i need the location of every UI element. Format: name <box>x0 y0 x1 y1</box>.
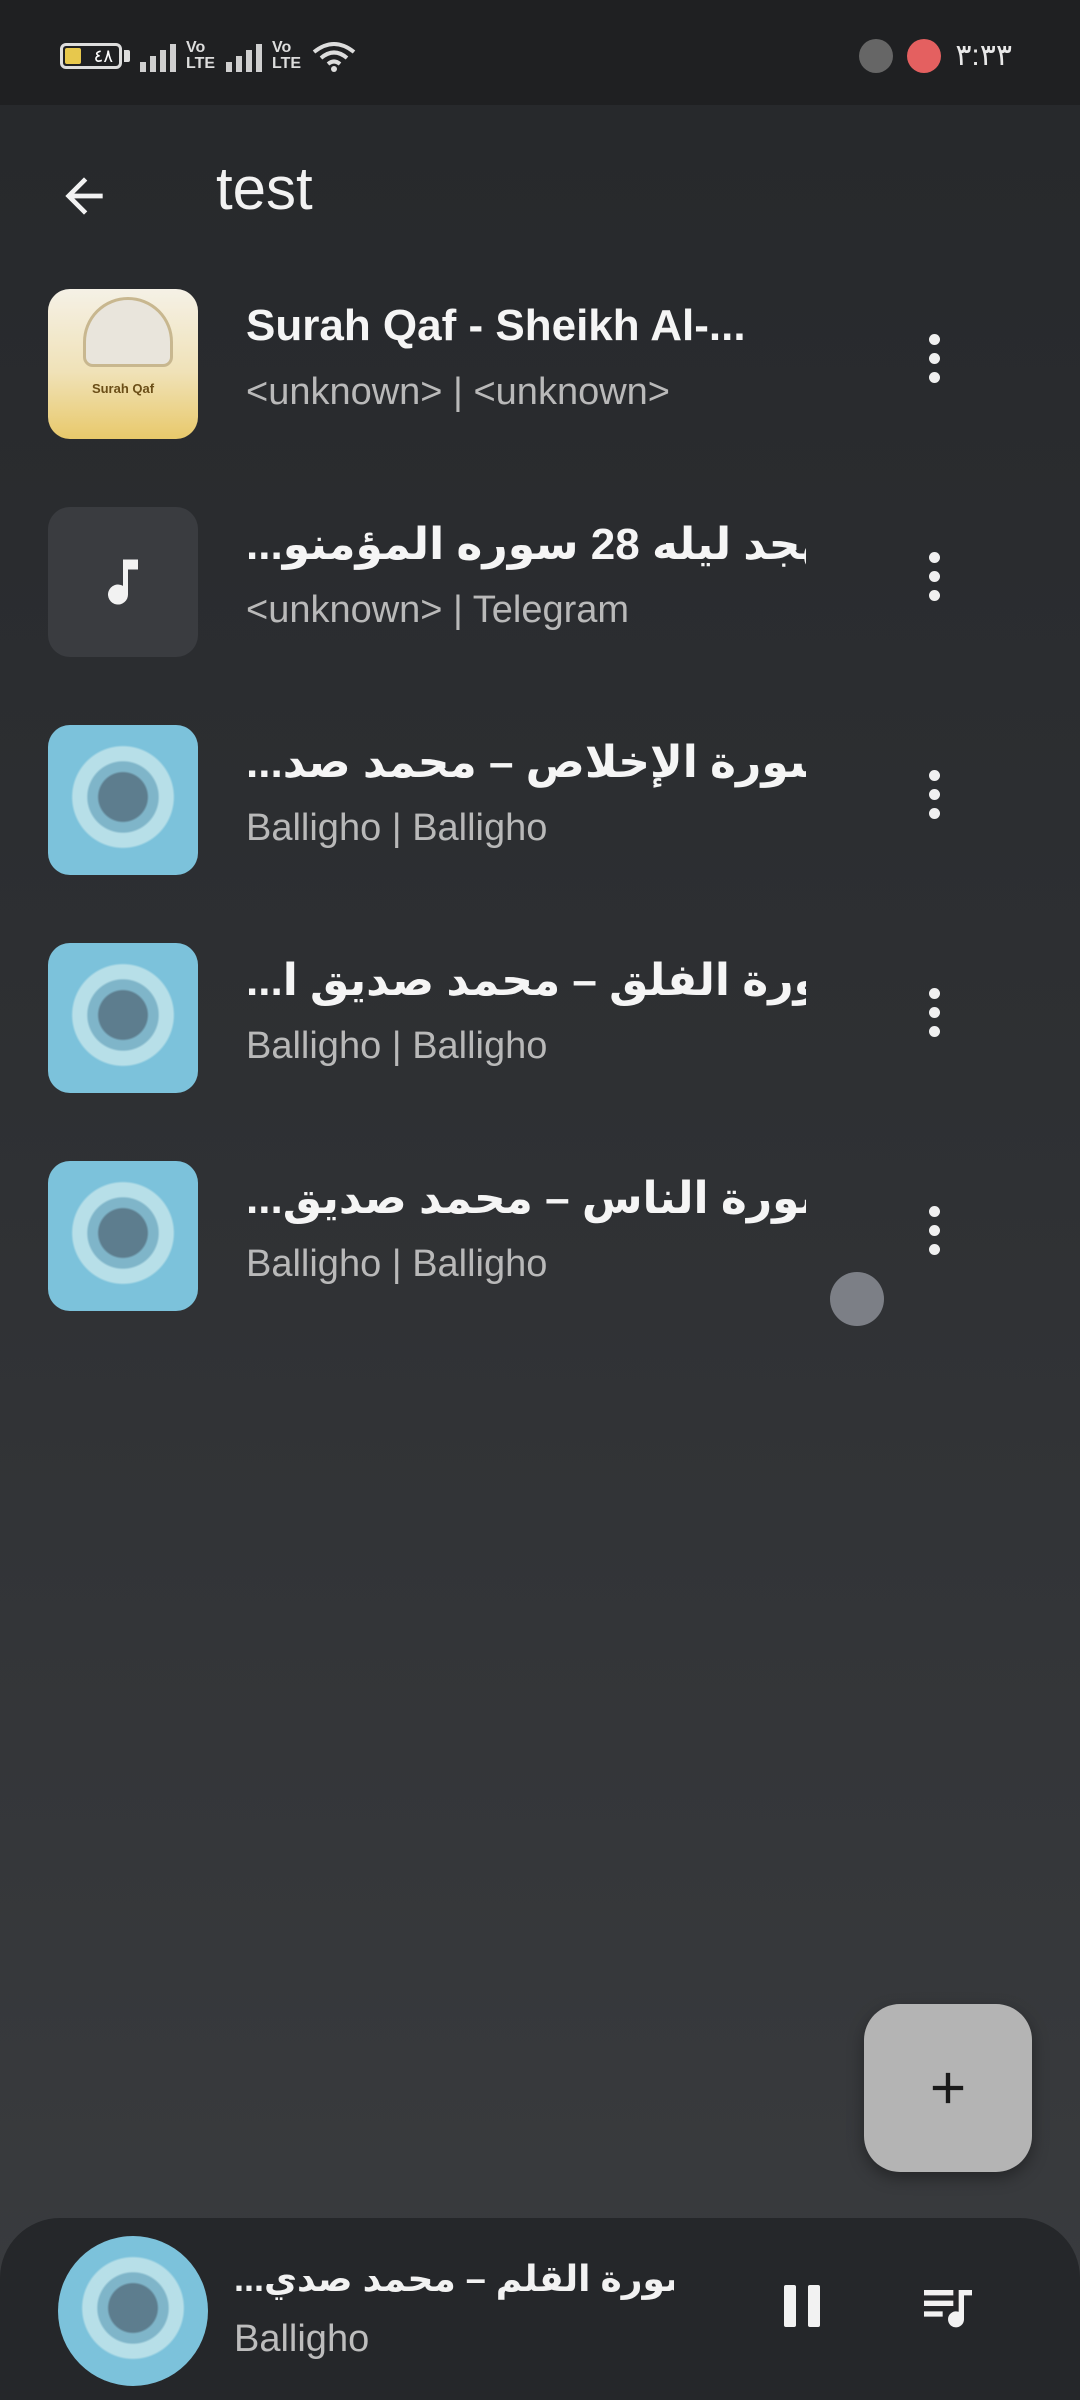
track-subtitle: Balligho | Balligho <box>246 1025 548 1067</box>
more-options-button[interactable] <box>908 969 960 1055</box>
track-row[interactable]: ...سورة الناس – محمد صديق Balligho | Bal… <box>0 1147 1080 1365</box>
page-title: test <box>216 155 313 222</box>
now-playing-artist: Balligho <box>234 2318 370 2360</box>
status-bar: ٤٨ Vo LTE Vo LTE ٣:٣٣ <box>0 0 1080 105</box>
track-subtitle: Balligho | Balligho <box>246 1243 548 1285</box>
track-title: ...سورة الإخلاص – محمد صد <box>246 738 806 787</box>
sheikh-image <box>83 297 173 367</box>
battery-tip <box>124 50 130 62</box>
track-row[interactable]: ...سورة الإخلاص – محمد صد Balligho | Bal… <box>0 711 1080 929</box>
track-subtitle: Balligho | Balligho <box>246 807 548 849</box>
more-options-button[interactable] <box>908 533 960 619</box>
album-art <box>48 1161 198 1311</box>
now-playing-title: ...سورة القلم – محمد صدي <box>234 2258 674 2299</box>
battery-level: ٤٨ <box>93 45 113 66</box>
pause-icon-bar <box>808 2285 820 2327</box>
app-bar: test <box>0 110 1080 270</box>
back-button[interactable] <box>48 160 120 232</box>
track-row[interactable]: ...سورة الفلق – محمد صديق ا Balligho | B… <box>0 929 1080 1147</box>
signal-icon-2 <box>226 40 262 72</box>
app-notification-icon <box>907 38 942 73</box>
battery-icon: ٤٨ <box>60 43 122 69</box>
pause-button[interactable] <box>770 2274 834 2338</box>
album-art-text: Surah Qaf <box>91 381 155 396</box>
now-playing-art <box>58 2236 208 2386</box>
track-subtitle: <unknown> | <unknown> <box>246 371 670 413</box>
track-title: ...سورة الناس – محمد صديق <box>246 1174 806 1223</box>
status-left: ٤٨ Vo LTE Vo LTE <box>60 40 356 72</box>
track-list: Surah Qaf Surah Qaf - Sheikh Al-... <unk… <box>0 275 1080 1365</box>
track-row[interactable]: Surah Qaf Surah Qaf - Sheikh Al-... <unk… <box>0 275 1080 493</box>
notification-icon <box>859 38 894 73</box>
clock: ٣:٣٣ <box>955 39 1012 72</box>
more-options-button[interactable] <box>908 751 960 837</box>
album-art <box>48 725 198 875</box>
track-subtitle: <unknown> | Telegram <box>246 589 630 631</box>
add-button[interactable] <box>864 2004 1032 2172</box>
pause-icon <box>784 2285 796 2327</box>
signal-icon <box>140 40 176 72</box>
album-art <box>48 507 198 657</box>
status-right: ٣:٣٣ <box>859 38 1012 73</box>
more-options-button[interactable] <box>908 315 960 401</box>
queue-music-icon[interactable] <box>912 2274 984 2338</box>
volte-icon-2: Vo LTE <box>272 39 302 72</box>
album-art: Surah Qaf <box>48 289 198 439</box>
more-options-button[interactable] <box>908 1187 960 1273</box>
touch-indicator <box>830 1272 884 1326</box>
wifi-icon <box>312 42 356 72</box>
add-icon <box>932 2072 964 2104</box>
mini-player[interactable]: ...سورة القلم – محمد صدي Balligho <box>0 2218 1080 2400</box>
volte-icon: Vo LTE <box>186 39 216 72</box>
track-row[interactable]: ...تهجد ليله 28 سوره المؤمنو <unknown> |… <box>0 493 1080 711</box>
album-art <box>48 943 198 1093</box>
track-title: ...سورة الفلق – محمد صديق ا <box>246 956 806 1005</box>
arrow-back-icon <box>65 177 103 215</box>
track-title: ...تهجد ليله 28 سوره المؤمنو <box>246 520 806 569</box>
track-title: Surah Qaf - Sheikh Al-... <box>246 301 746 350</box>
music-note-icon <box>108 559 138 605</box>
